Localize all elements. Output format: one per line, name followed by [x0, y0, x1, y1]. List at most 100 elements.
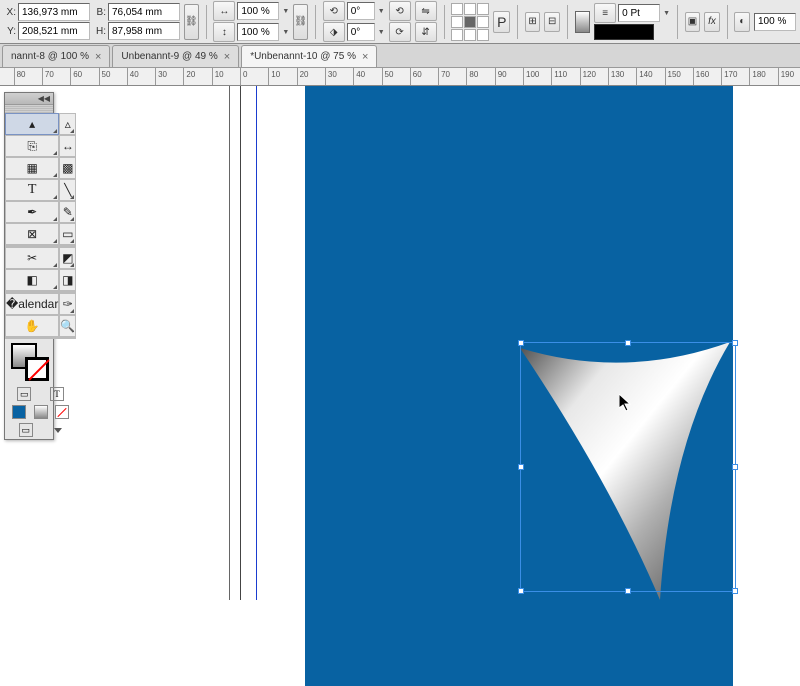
panel-header[interactable]: ◀◀ [5, 93, 53, 105]
x-input[interactable] [18, 3, 90, 21]
link-size-button[interactable]: ⛓ [184, 4, 199, 40]
chevron-down-icon[interactable] [54, 428, 62, 433]
opacity-input[interactable] [754, 13, 796, 31]
fill-stroke-control[interactable] [5, 339, 76, 385]
pencil-tool[interactable]: ✎ [59, 201, 76, 223]
stroke-weight-icon: ≡ [594, 3, 616, 23]
rectangle-tool[interactable]: ▭ [59, 223, 76, 245]
ref-point-grid[interactable] [451, 3, 489, 41]
gap-tool[interactable]: ↔ [59, 135, 76, 157]
close-icon[interactable]: × [224, 51, 230, 63]
content-placer-tool[interactable]: ▩ [59, 157, 76, 179]
rotate-ccw-button[interactable]: ⟲ [389, 1, 411, 21]
size-group: B: H: [94, 3, 180, 40]
chevron-down-icon[interactable]: ▼ [378, 8, 385, 15]
h-input[interactable] [108, 22, 180, 40]
chevron-down-icon[interactable]: ▼ [282, 29, 289, 36]
stroke-weight-input[interactable] [618, 4, 660, 22]
handle-se[interactable] [732, 588, 738, 594]
close-icon[interactable]: × [362, 51, 368, 63]
w-input[interactable] [108, 3, 180, 21]
flip-h-button[interactable]: ⇋ [415, 1, 437, 21]
handle-e[interactable] [732, 464, 738, 470]
tab-doc-9[interactable]: Unbenannt-9 @ 49 %× [112, 45, 239, 67]
page-tool[interactable]: ⎘ [5, 135, 59, 157]
handle-ne[interactable] [732, 340, 738, 346]
handle-nw[interactable] [518, 340, 524, 346]
tab-doc-10[interactable]: *Unbenannt-10 @ 75 % × [241, 45, 377, 67]
formatting-text-button[interactable]: T [50, 387, 64, 401]
pasteboard-edge [229, 86, 230, 600]
scale-y-input[interactable] [237, 23, 279, 41]
align-button[interactable]: ⊞ [525, 12, 541, 32]
separator [567, 5, 568, 39]
position-group: X: Y: [4, 3, 90, 40]
collapse-icon[interactable]: ◀◀ [38, 94, 50, 103]
scissors-tool[interactable]: ✂ [5, 247, 59, 269]
y-input[interactable] [18, 22, 90, 40]
panel-grip[interactable] [5, 105, 53, 113]
distribute-button[interactable]: ⊟ [544, 12, 560, 32]
handle-w[interactable] [518, 464, 524, 470]
property-bar: X: Y: B: H: ⛓ ↔ ▼ ↕ ▼ ⛓ ⟲ ▼ [0, 0, 800, 44]
selection-bbox[interactable] [520, 342, 736, 592]
toolbox-panel[interactable]: ◀◀ ▴ ▵ ⎘ ↔ ▦ ▩ T ╲ ✒ ✎ ⊠ ▭ ✂ ◩ ◧ ◨ �alen… [4, 92, 54, 440]
opacity-icon: ◐ [734, 12, 750, 32]
close-icon[interactable]: × [95, 51, 101, 63]
tab-label: *Unbenannt-10 @ 75 % [250, 51, 356, 62]
zoom-tool[interactable]: 🔍 [59, 315, 76, 337]
pen-tool[interactable]: ✒ [5, 201, 59, 223]
view-mode-button[interactable]: ▭ [19, 423, 33, 437]
flip-group: ⟲ ⟳ [389, 1, 411, 42]
effects-button[interactable]: ▣ [685, 12, 701, 32]
stroke-box[interactable] [25, 357, 49, 381]
flip-v-button[interactable]: ⇵ [415, 22, 437, 42]
link-scale-button[interactable]: ⛓ [293, 4, 308, 40]
x-label: X: [4, 7, 16, 18]
apply-none-button[interactable] [55, 405, 69, 419]
note-tool[interactable]: �alendar [5, 293, 59, 315]
direct-selection-tool[interactable]: ▵ [59, 113, 76, 135]
chevron-down-icon[interactable]: ▼ [378, 29, 385, 36]
separator [727, 5, 728, 39]
separator [444, 5, 445, 39]
canvas[interactable] [0, 86, 800, 600]
apply-gradient-button[interactable] [34, 405, 48, 419]
type-tool[interactable]: T [5, 179, 59, 201]
stroke-group: ≡ ▼ [594, 3, 670, 40]
stroke-color-swatch[interactable] [594, 24, 654, 40]
handle-n[interactable] [625, 340, 631, 346]
link-icon: ⛓ [185, 16, 198, 27]
tab-label: nannt-8 @ 100 % [11, 51, 89, 62]
rectangle-frame-tool[interactable]: ⊠ [5, 223, 59, 245]
free-transform-tool[interactable]: ◩ [59, 247, 76, 269]
fx-button[interactable]: fx [704, 12, 720, 32]
apply-color-button[interactable] [12, 405, 26, 419]
content-placement-button[interactable]: P [493, 11, 510, 33]
rotate-icon: ⟲ [323, 1, 345, 21]
separator [206, 5, 207, 39]
eyedropper-tool[interactable]: ✑ [59, 293, 76, 315]
chevron-down-icon[interactable]: ▼ [282, 8, 289, 15]
ruler-horizontal[interactable]: 8070605040302010010203040506070809010011… [0, 68, 800, 86]
rotate-cw-button[interactable]: ⟳ [389, 22, 411, 42]
line-tool[interactable]: ╲ [59, 179, 76, 201]
gradient-feather-tool[interactable]: ◨ [59, 269, 76, 291]
shear-input[interactable] [347, 23, 375, 41]
formatting-container-button[interactable]: ▭ [17, 387, 31, 401]
handle-s[interactable] [625, 588, 631, 594]
ruler-origin-line [240, 86, 241, 600]
rotate-group: ⟲ ▼ ⬗ ▼ [323, 1, 385, 42]
hand-tool[interactable]: ✋ [5, 315, 59, 337]
guide-vertical[interactable] [256, 86, 257, 600]
content-collector-tool[interactable]: ▦ [5, 157, 59, 179]
scale-x-input[interactable] [237, 2, 279, 20]
selection-tool[interactable]: ▴ [5, 113, 59, 135]
fill-swatch[interactable] [575, 11, 591, 33]
handle-sw[interactable] [518, 588, 524, 594]
gradient-swatch-tool[interactable]: ◧ [5, 269, 59, 291]
tab-doc-8[interactable]: nannt-8 @ 100 % × [2, 45, 110, 67]
rotate-input[interactable] [347, 2, 375, 20]
chevron-down-icon[interactable]: ▼ [663, 10, 670, 17]
separator [517, 5, 518, 39]
